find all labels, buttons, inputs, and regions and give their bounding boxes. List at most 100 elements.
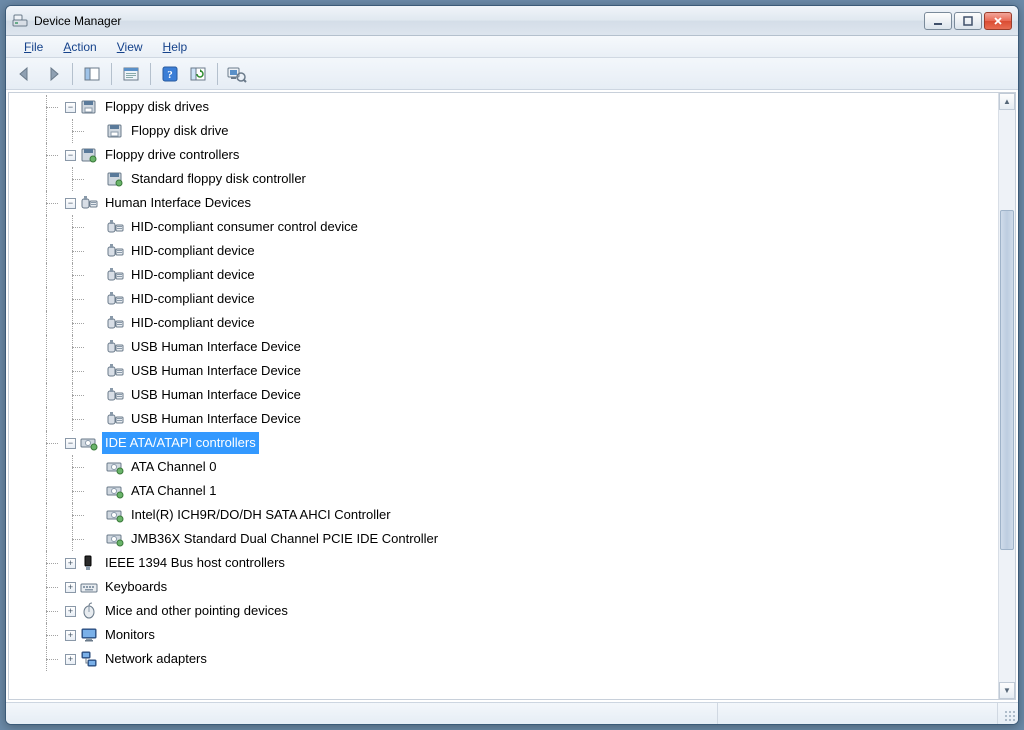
tree-node-label[interactable]: HID-compliant device: [128, 288, 258, 310]
close-button[interactable]: [984, 12, 1012, 30]
collapse-toggle[interactable]: −: [65, 150, 76, 161]
properties-button[interactable]: [118, 61, 144, 87]
tree-node-hid[interactable]: − Human Interface Devices: [13, 191, 998, 215]
tree-node-label[interactable]: IEEE 1394 Bus host controllers: [102, 552, 288, 574]
tree-node-label[interactable]: HID-compliant device: [128, 264, 258, 286]
tree-node-label[interactable]: Monitors: [102, 624, 158, 646]
tree-node-floppy-drive-1[interactable]: Floppy disk drive: [13, 119, 998, 143]
resize-grip[interactable]: [998, 703, 1018, 724]
menu-help[interactable]: HelpHelp: [155, 38, 196, 56]
tree-node-hid-dev-2[interactable]: HID-compliant device: [13, 263, 998, 287]
tree-node-hid-consumer[interactable]: HID-compliant consumer control device: [13, 215, 998, 239]
tree-node-usb-hid-2[interactable]: USB Human Interface Device: [13, 359, 998, 383]
floppy-ctrl-icon: [106, 170, 124, 188]
tree-node-label[interactable]: JMB36X Standard Dual Channel PCIE IDE Co…: [128, 528, 441, 550]
tree-node-mice[interactable]: + Mice and other pointing devices: [13, 599, 998, 623]
tree-node-label[interactable]: USB Human Interface Device: [128, 408, 304, 430]
menubar: FFileile ActionAction ViewView HelpHelp: [6, 36, 1018, 58]
content-area: − Floppy disk drivesFloppy disk drive − Flo…: [8, 92, 1016, 700]
tree-node-floppy-ctrl[interactable]: − Floppy drive controllers: [13, 143, 998, 167]
ide-icon: [106, 458, 124, 476]
collapse-toggle[interactable]: −: [65, 198, 76, 209]
scroll-up-button[interactable]: ▲: [999, 93, 1015, 110]
tree-node-label[interactable]: ATA Channel 1: [128, 480, 220, 502]
scroll-down-button[interactable]: ▼: [999, 682, 1015, 699]
tree-node-label[interactable]: Floppy disk drives: [102, 96, 212, 118]
tree-node-std-floppy-ctrl[interactable]: Standard floppy disk controller: [13, 167, 998, 191]
collapse-toggle[interactable]: −: [65, 102, 76, 113]
expand-toggle[interactable]: +: [65, 558, 76, 569]
ieee1394-icon: [80, 554, 98, 572]
menu-action[interactable]: ActionAction: [55, 38, 104, 56]
maximize-button[interactable]: [954, 12, 982, 30]
tree-node-usb-hid-1[interactable]: USB Human Interface Device: [13, 335, 998, 359]
network-icon: [80, 650, 98, 668]
device-tree[interactable]: − Floppy disk drivesFloppy disk drive − Flo…: [9, 93, 998, 699]
titlebar[interactable]: Device Manager: [6, 6, 1018, 36]
toolbar-separator: [150, 63, 151, 85]
toolbar: ?: [6, 58, 1018, 90]
tree-node-label[interactable]: IDE ATA/ATAPI controllers: [102, 432, 259, 454]
titlebar-title: Device Manager: [34, 14, 924, 28]
statusbar: [6, 702, 1018, 724]
back-button[interactable]: [12, 61, 38, 87]
tree-node-keyboards[interactable]: + Keyboards: [13, 575, 998, 599]
floppy-icon: [106, 122, 124, 140]
tree-node-monitors[interactable]: + Monitors: [13, 623, 998, 647]
tree-node-hid-dev-1[interactable]: HID-compliant device: [13, 239, 998, 263]
tree-node-ich9r[interactable]: Intel(R) ICH9R/DO/DH SATA AHCI Controlle…: [13, 503, 998, 527]
forward-button[interactable]: [40, 61, 66, 87]
ide-icon: [106, 530, 124, 548]
menu-view[interactable]: ViewView: [109, 38, 151, 56]
tree-node-label[interactable]: Floppy disk drive: [128, 120, 232, 142]
tree-node-label[interactable]: Keyboards: [102, 576, 170, 598]
tree-node-label[interactable]: ATA Channel 0: [128, 456, 220, 478]
toolbar-separator: [217, 63, 218, 85]
scroll-thumb[interactable]: [1000, 210, 1014, 550]
expand-toggle[interactable]: +: [65, 654, 76, 665]
tree-node-label[interactable]: HID-compliant consumer control device: [128, 216, 361, 238]
tree-node-usb-hid-4[interactable]: USB Human Interface Device: [13, 407, 998, 431]
toolbar-separator: [72, 63, 73, 85]
expand-toggle[interactable]: +: [65, 582, 76, 593]
tree-node-usb-hid-3[interactable]: USB Human Interface Device: [13, 383, 998, 407]
tree-node-label[interactable]: Standard floppy disk controller: [128, 168, 309, 190]
hid-icon: [80, 194, 98, 212]
tree-node-hid-dev-4[interactable]: HID-compliant device: [13, 311, 998, 335]
tree-node-jmb36x[interactable]: JMB36X Standard Dual Channel PCIE IDE Co…: [13, 527, 998, 551]
tree-node-label[interactable]: Network adapters: [102, 648, 210, 670]
tree-node-label[interactable]: HID-compliant device: [128, 312, 258, 334]
tree-node-label[interactable]: USB Human Interface Device: [128, 384, 304, 406]
ide-icon: [106, 482, 124, 500]
tree-node-label[interactable]: Mice and other pointing devices: [102, 600, 291, 622]
show-hide-tree-button[interactable]: [79, 61, 105, 87]
tree-node-label[interactable]: USB Human Interface Device: [128, 336, 304, 358]
tree-node-label[interactable]: Floppy drive controllers: [102, 144, 242, 166]
expand-toggle[interactable]: +: [65, 630, 76, 641]
help-button[interactable]: ?: [157, 61, 183, 87]
scan-hardware-button[interactable]: [224, 61, 250, 87]
tree-node-ata-1[interactable]: ATA Channel 1: [13, 479, 998, 503]
tree-node-ieee1394[interactable]: + IEEE 1394 Bus host controllers: [13, 551, 998, 575]
floppy-ctrl-icon: [80, 146, 98, 164]
tree-node-network[interactable]: + Network adapters: [13, 647, 998, 671]
tree-node-label[interactable]: HID-compliant device: [128, 240, 258, 262]
collapse-toggle[interactable]: −: [65, 438, 76, 449]
app-icon: [12, 13, 28, 29]
tree-node-label[interactable]: Human Interface Devices: [102, 192, 254, 214]
hid-icon: [106, 266, 124, 284]
minimize-button[interactable]: [924, 12, 952, 30]
refresh-button[interactable]: [185, 61, 211, 87]
tree-node-floppy-drives[interactable]: − Floppy disk drives: [13, 95, 998, 119]
expand-toggle[interactable]: +: [65, 606, 76, 617]
tree-node-hid-dev-3[interactable]: HID-compliant device: [13, 287, 998, 311]
status-cell: [6, 703, 718, 724]
menu-file[interactable]: FFileile: [16, 38, 51, 56]
vertical-scrollbar[interactable]: ▲ ▼: [998, 93, 1015, 699]
tree-node-ide[interactable]: − IDE ATA/ATAPI controllers: [13, 431, 998, 455]
tree-node-label[interactable]: USB Human Interface Device: [128, 360, 304, 382]
tree-node-label[interactable]: Intel(R) ICH9R/DO/DH SATA AHCI Controlle…: [128, 504, 394, 526]
tree-node-ata-0[interactable]: ATA Channel 0: [13, 455, 998, 479]
scroll-track[interactable]: [999, 110, 1015, 682]
hid-icon: [106, 386, 124, 404]
